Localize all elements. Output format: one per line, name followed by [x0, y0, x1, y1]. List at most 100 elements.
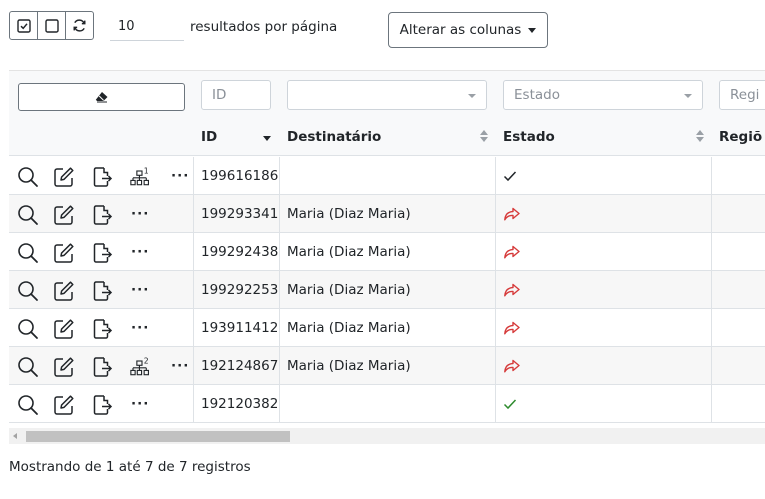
- edit-icon[interactable]: [52, 393, 76, 417]
- edit-icon[interactable]: [52, 317, 76, 341]
- row-estado: [503, 233, 521, 271]
- row-estado: [503, 157, 517, 195]
- row-destinatario: Maria (Diaz Maria): [287, 358, 411, 374]
- scrollbar-thumb[interactable]: [26, 431, 290, 442]
- chevron-down-icon: [468, 94, 476, 98]
- file-export-icon[interactable]: [90, 355, 114, 379]
- more-actions-button[interactable]: ···: [131, 309, 149, 347]
- search-icon[interactable]: [16, 241, 40, 265]
- edit-icon[interactable]: [52, 165, 76, 189]
- change-columns-label: Alterar as colunas: [399, 22, 522, 38]
- row-destinatario: Maria (Diaz Maria): [287, 206, 411, 222]
- search-icon[interactable]: [16, 355, 40, 379]
- horizontal-scrollbar[interactable]: [9, 428, 765, 444]
- table-header: ID Destinatário Estado Regiõ: [9, 117, 765, 156]
- edit-icon[interactable]: [52, 279, 76, 303]
- filter-estado-select[interactable]: Estado: [503, 80, 703, 110]
- table-row: 1 ··· 199616186: [9, 157, 765, 195]
- refresh-icon: [73, 19, 86, 32]
- row-estado: [503, 195, 521, 233]
- row-destinatario: Maria (Diaz Maria): [287, 282, 411, 298]
- column-header-estado[interactable]: Estado: [503, 117, 719, 156]
- row-id: 192120382: [201, 396, 279, 412]
- share-arrow-icon: [504, 283, 520, 297]
- caret-down-icon: [528, 27, 537, 33]
- edit-icon[interactable]: [52, 241, 76, 265]
- row-destinatario: Maria (Diaz Maria): [287, 320, 411, 336]
- sort-icon: [696, 130, 704, 144]
- row-id: 192124867: [201, 358, 279, 374]
- search-icon[interactable]: [16, 279, 40, 303]
- filter-id-input[interactable]: ID: [201, 80, 271, 110]
- filter-regiao-input[interactable]: Regi: [719, 80, 765, 110]
- table-row: ··· 199292253 Maria (Diaz Maria): [9, 271, 765, 309]
- scroll-left-arrow-icon[interactable]: [13, 433, 17, 439]
- file-export-icon[interactable]: [90, 317, 114, 341]
- filter-destinatario-select[interactable]: [287, 80, 487, 110]
- sort-icon: [480, 130, 488, 144]
- share-arrow-icon: [504, 321, 520, 335]
- eraser-icon: [95, 92, 107, 103]
- search-icon[interactable]: [16, 317, 40, 341]
- more-actions-button[interactable]: ···: [131, 233, 149, 271]
- search-icon[interactable]: [16, 393, 40, 417]
- filter-regiao-placeholder: Regi: [730, 87, 760, 103]
- more-actions-button[interactable]: ···: [131, 195, 149, 233]
- row-estado: [503, 271, 521, 309]
- row-estado: [503, 385, 517, 423]
- search-icon[interactable]: [16, 203, 40, 227]
- hierarchy-level-number: 1: [144, 167, 149, 176]
- file-export-icon[interactable]: [90, 279, 114, 303]
- per-page-label: resultados por página: [190, 19, 338, 35]
- checkbox-checked-icon: [16, 18, 31, 33]
- more-actions-button[interactable]: ···: [131, 271, 149, 309]
- sort-desc-icon: [263, 136, 271, 141]
- column-header-id[interactable]: ID: [201, 117, 287, 156]
- table-row: ··· 192120382: [9, 385, 765, 423]
- checkbox-empty-icon: [44, 18, 59, 33]
- share-arrow-icon: [504, 245, 520, 259]
- chevron-down-icon: [684, 94, 692, 98]
- file-export-icon[interactable]: [90, 241, 114, 265]
- more-actions-button[interactable]: ···: [171, 157, 189, 195]
- row-destinatario: Maria (Diaz Maria): [287, 244, 411, 260]
- share-arrow-icon: [504, 359, 520, 373]
- column-header-regiao[interactable]: Regiõ: [719, 117, 765, 156]
- select-none-button[interactable]: [37, 11, 66, 40]
- results-table: ID Estado Regi ID Destinatário Estado Re…: [9, 70, 765, 446]
- table-row: 2 ··· 192124867 Maria (Diaz Maria): [9, 347, 765, 385]
- file-export-icon[interactable]: [90, 393, 114, 417]
- row-id: 199292253: [201, 282, 279, 298]
- change-columns-button[interactable]: Alterar as colunas: [388, 12, 548, 48]
- column-header-destinatario[interactable]: Destinatário: [287, 117, 503, 156]
- hierarchy-icon[interactable]: 1: [130, 165, 158, 189]
- hierarchy-level-number: 2: [144, 357, 149, 366]
- edit-icon[interactable]: [52, 355, 76, 379]
- check-icon: [503, 171, 517, 182]
- refresh-button[interactable]: [65, 11, 94, 40]
- search-icon[interactable]: [16, 165, 40, 189]
- row-estado: [503, 347, 521, 385]
- table-row: ··· 199293341 Maria (Diaz Maria): [9, 195, 765, 233]
- column-header-destinatario-label: Destinatário: [287, 129, 382, 145]
- hierarchy-icon[interactable]: 2: [130, 355, 158, 379]
- select-all-button[interactable]: [9, 11, 38, 40]
- clear-filters-button[interactable]: [18, 83, 185, 111]
- table-row: ··· 193911412 Maria (Diaz Maria): [9, 309, 765, 347]
- edit-icon[interactable]: [52, 203, 76, 227]
- column-header-id-label: ID: [201, 129, 218, 145]
- row-id: 193911412: [201, 320, 279, 336]
- row-id: 199293341: [201, 206, 279, 222]
- table-body: 1 ··· 199616186 ··· 199293341 Maria (Dia…: [9, 157, 765, 423]
- more-actions-button[interactable]: ···: [131, 385, 149, 423]
- row-id: 199616186: [201, 168, 279, 184]
- per-page-input[interactable]: [110, 13, 184, 41]
- table-summary: Mostrando de 1 até 7 de 7 registros: [9, 459, 251, 475]
- file-export-icon[interactable]: [90, 165, 114, 189]
- more-actions-button[interactable]: ···: [171, 347, 189, 385]
- table-row: ··· 199292438 Maria (Diaz Maria): [9, 233, 765, 271]
- filter-estado-placeholder: Estado: [514, 87, 560, 103]
- filter-id-placeholder: ID: [212, 87, 227, 103]
- file-export-icon[interactable]: [90, 203, 114, 227]
- row-estado: [503, 309, 521, 347]
